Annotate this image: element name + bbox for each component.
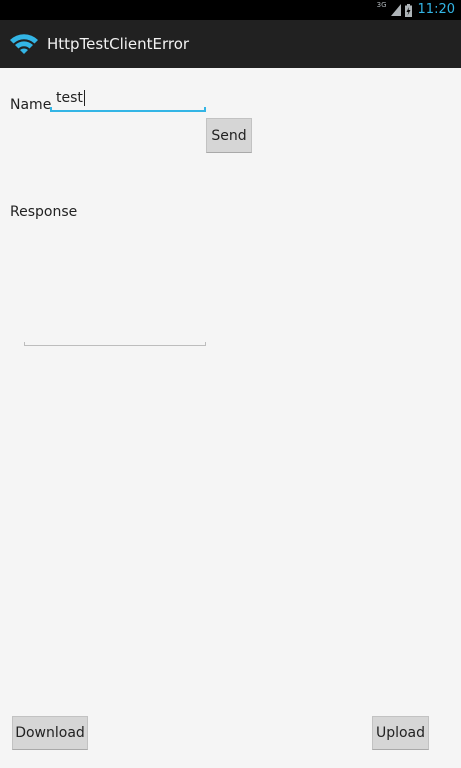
app-title: HttpTestClientError: [47, 35, 190, 53]
upload-button[interactable]: Upload: [372, 716, 429, 750]
status-icons: 3G 11:20: [377, 2, 455, 18]
signal-icon: [390, 4, 401, 16]
action-bar: HttpTestClientError: [0, 20, 461, 68]
response-field[interactable]: [24, 340, 206, 346]
app-screen: 3G 11:20 HttpTestClientError Name test S…: [0, 0, 461, 768]
name-label: Name: [10, 97, 52, 113]
status-bar: 3G 11:20: [0, 0, 461, 20]
network-type: 3G: [376, 1, 387, 9]
download-button[interactable]: Download: [12, 716, 88, 750]
text-caret: [83, 90, 85, 106]
status-clock: 11:20: [417, 2, 455, 17]
wifi-icon[interactable]: [8, 29, 40, 59]
response-label: Response: [10, 204, 78, 220]
name-input[interactable]: test: [50, 84, 206, 112]
battery-icon: [404, 3, 412, 17]
send-button[interactable]: Send: [206, 118, 252, 153]
name-input-value: test: [56, 90, 85, 106]
